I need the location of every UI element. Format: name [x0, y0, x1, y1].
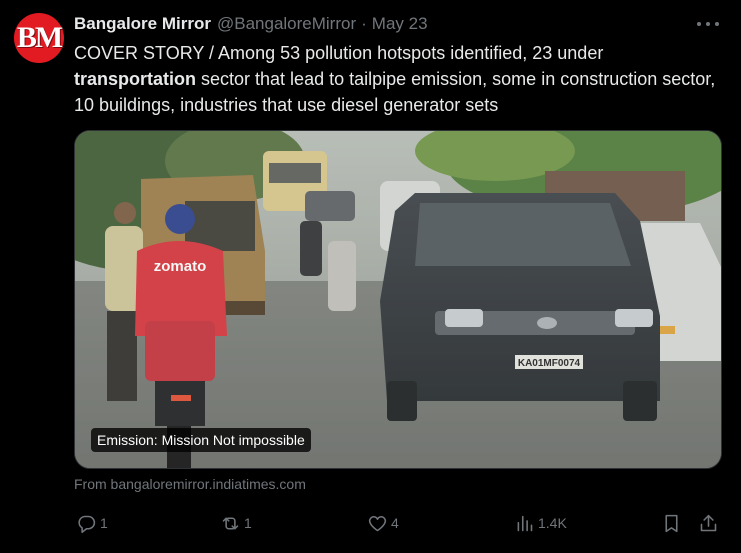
views-button[interactable]: 1.4K [514, 510, 567, 536]
heart-icon [368, 515, 387, 531]
bookmark-icon [665, 514, 678, 532]
retweet-icon [222, 516, 239, 530]
tweet-text-bold: transportation [74, 69, 197, 89]
author-handle[interactable]: @BangaloreMirror [217, 14, 356, 34]
avatar[interactable]: BM [14, 13, 64, 63]
bookmark-button[interactable] [661, 510, 682, 536]
reply-count: 1 [100, 515, 108, 531]
traffic-photo: KA01MF0074 zomato [75, 131, 721, 468]
share-icon [700, 514, 717, 531]
views-icon [517, 515, 533, 531]
like-button[interactable]: 4 [367, 510, 399, 536]
like-count: 4 [391, 515, 399, 531]
tweet-header: Bangalore Mirror @BangaloreMirror · May … [74, 14, 428, 36]
share-button[interactable] [698, 510, 719, 536]
more-options-button[interactable] [697, 16, 719, 32]
reply-icon [78, 515, 96, 533]
views-count: 1.4K [538, 515, 567, 531]
separator: · [361, 14, 367, 33]
avatar-text: BM [16, 21, 63, 54]
media-caption: Emission: Mission Not impossible [91, 428, 311, 452]
media-image[interactable]: KA01MF0074 zomato Emission: Mission Not … [74, 130, 722, 469]
reply-button[interactable]: 1 [76, 510, 108, 536]
card-source[interactable]: From bangaloremirror.indiatimes.com [74, 476, 306, 492]
tweet[interactable]: BM Bangalore Mirror @BangaloreMirror · M… [0, 0, 741, 553]
action-bar: 1 1 4 1.4K [74, 510, 724, 536]
retweet-button[interactable]: 1 [220, 510, 252, 536]
more-horizontal-icon [697, 22, 701, 26]
retweet-count: 1 [244, 515, 252, 531]
author-name[interactable]: Bangalore Mirror [74, 14, 211, 34]
tweet-text: COVER STORY / Among 53 pollution hotspot… [74, 40, 724, 118]
tweet-text-part1: COVER STORY / Among 53 pollution hotspot… [74, 43, 604, 63]
tweet-date[interactable]: May 23 [372, 14, 428, 34]
